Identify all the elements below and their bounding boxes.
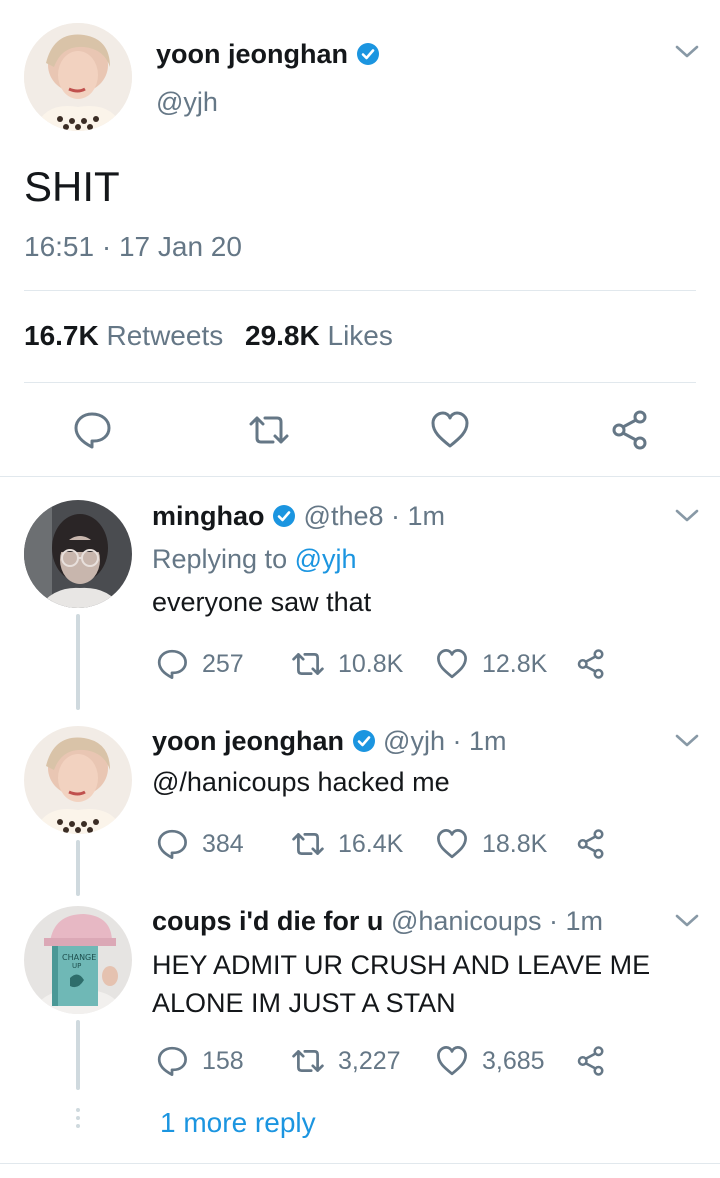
reply-2-meta[interactable]: @yjh · 1m [383, 726, 506, 756]
chevron-down-icon[interactable] [674, 733, 700, 749]
divider [24, 290, 696, 291]
reply-count: 384 [202, 829, 244, 858]
reply-button[interactable]: 257 [156, 648, 290, 680]
bottom-divider [0, 1163, 720, 1164]
more-replies-link[interactable]: 1 more reply [160, 1106, 316, 1140]
likes-label: Likes [327, 320, 393, 351]
reply-1-header: minghao @the8 · 1m [152, 500, 445, 532]
thread-line [76, 614, 80, 710]
reply-3-text-line: HEY ADMIT UR CRUSH AND LEAVE ME [152, 950, 651, 980]
divider [24, 382, 696, 383]
chevron-down-icon[interactable] [674, 913, 700, 929]
avatar-minghao[interactable] [24, 500, 132, 608]
main-tweet-text: SHIT [24, 163, 120, 210]
reply-2-author[interactable]: yoon jeonghan [152, 726, 344, 756]
reply-count: 158 [202, 1046, 244, 1075]
like-button[interactable]: 12.8K [436, 648, 576, 680]
main-tweet-author[interactable]: yoon jeonghan [156, 38, 380, 70]
retweet-icon[interactable] [247, 410, 291, 450]
retweets-label: Retweets [106, 320, 224, 351]
share-icon[interactable] [610, 410, 650, 450]
retweet-button[interactable]: 10.8K [290, 648, 436, 680]
main-tweet-handle[interactable]: @yjh [156, 86, 218, 118]
verified-icon [273, 505, 296, 527]
reply-1-actions: 257 10.8K 12.8K [156, 646, 606, 682]
like-count: 3,685 [482, 1046, 545, 1075]
reply-2-header: yoon jeonghan @yjh · 1m [152, 725, 506, 757]
replying-to: Replying to @yjh [152, 543, 357, 575]
share-icon[interactable] [576, 649, 606, 679]
verified-icon [356, 43, 379, 65]
retweet-icon [292, 833, 324, 855]
like-button[interactable]: 3,685 [436, 1045, 576, 1077]
like-icon [437, 829, 467, 859]
reply-2-actions: 384 16.4K 18.8K [156, 826, 606, 862]
reply-3-actions: 158 3,227 3,685 [156, 1043, 606, 1079]
like-count: 12.8K [482, 649, 548, 678]
like-icon [437, 1046, 467, 1076]
avatar-yoon-jeonghan[interactable] [24, 726, 132, 834]
retweet-button[interactable]: 3,227 [290, 1045, 436, 1077]
reply-3-header: coups i'd die for u @hanicoups · 1m [152, 905, 603, 937]
likes-stat[interactable]: 29.8K Likes [245, 320, 393, 351]
reply-1-text: everyone saw that [152, 587, 372, 617]
chevron-down-icon[interactable] [674, 44, 700, 60]
like-icon[interactable] [430, 410, 470, 450]
share-icon[interactable] [576, 1046, 606, 1076]
reply-3-meta[interactable]: @hanicoups · 1m [391, 906, 603, 936]
reply-1-meta[interactable]: @the8 · 1m [304, 501, 445, 531]
reply-button[interactable]: 158 [156, 1045, 290, 1077]
reply-3-author[interactable]: coups i'd die for u [152, 906, 383, 936]
replying-to-handle[interactable]: @yjh [295, 544, 357, 574]
likes-count: 29.8K [245, 320, 320, 351]
svg-text:CHANGE: CHANGE [62, 953, 96, 962]
section-divider [0, 476, 720, 477]
retweet-count: 16.4K [338, 829, 404, 858]
author-name[interactable]: yoon jeonghan [156, 39, 348, 69]
reply-icon [157, 829, 187, 859]
reply-2-text: @/hanicoups hacked me [152, 767, 450, 797]
reply-icon [157, 649, 187, 679]
like-button[interactable]: 18.8K [436, 828, 576, 860]
retweet-icon [292, 1050, 324, 1072]
chevron-down-icon[interactable] [674, 508, 700, 524]
thread-dots [76, 1108, 80, 1128]
retweet-button[interactable]: 16.4K [290, 828, 436, 860]
reply-3-text: HEY ADMIT UR CRUSH AND LEAVE ME ALONE IM… [152, 946, 650, 1022]
reply-button[interactable]: 384 [156, 828, 290, 860]
share-icon[interactable] [576, 829, 606, 859]
main-tweet-timestamp[interactable]: 16:51 · 17 Jan 20 [24, 230, 242, 264]
avatar-yoon-jeonghan[interactable] [24, 23, 132, 131]
reply-icon[interactable] [72, 410, 112, 450]
tweet-stats: 16.7K Retweets 29.8K Likes [24, 319, 393, 353]
reply-count: 257 [202, 649, 244, 678]
svg-text:UP: UP [72, 962, 81, 970]
retweets-count: 16.7K [24, 320, 99, 351]
reply-icon [157, 1046, 187, 1076]
reply-1-author[interactable]: minghao [152, 501, 265, 531]
like-count: 18.8K [482, 829, 548, 858]
thread-line [76, 1020, 80, 1090]
verified-icon [352, 730, 375, 752]
reply-3-text-line: ALONE IM JUST A STAN [152, 988, 456, 1018]
replying-to-label: Replying to [152, 544, 288, 574]
like-icon [437, 649, 467, 679]
retweet-count: 10.8K [338, 649, 404, 678]
retweet-icon [292, 653, 324, 675]
thread-line [76, 840, 80, 896]
avatar-hanicoups[interactable]: CHANGE UP [24, 906, 132, 1014]
retweets-stat[interactable]: 16.7K Retweets [24, 320, 231, 351]
retweet-count: 3,227 [338, 1046, 401, 1075]
